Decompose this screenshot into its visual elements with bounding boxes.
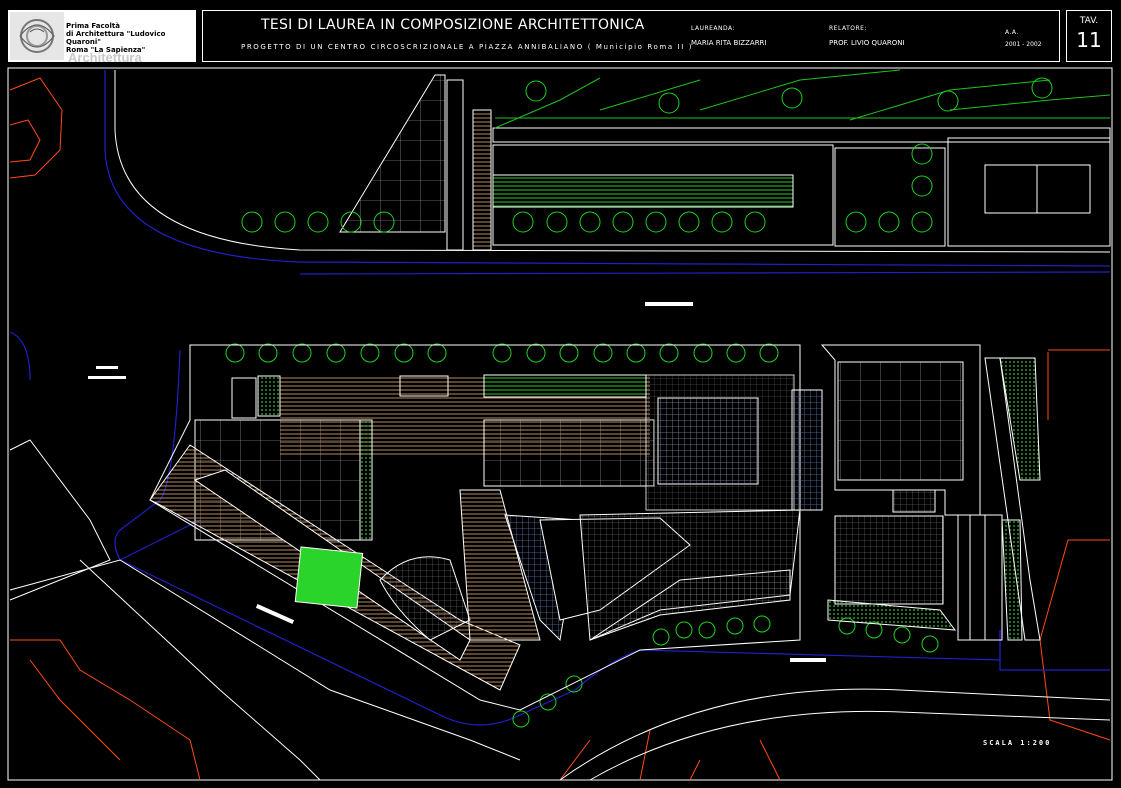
faculty-logo: Prima Facoltà di Architettura "Ludovico …: [8, 10, 196, 62]
laureanda-label: LAUREANDA:: [691, 25, 736, 32]
relatore-value: PROF. LIVIO QUARONI: [829, 39, 905, 47]
sheet-number-box: TAV. 11: [1066, 10, 1112, 62]
logo-line-1: Prima Facoltà: [66, 22, 120, 30]
title-block-main: TESI DI LAUREA IN COMPOSIZIONE ARCHITETT…: [202, 10, 1060, 62]
laureanda-value: MARIA RITA BIZZARRI: [691, 39, 767, 47]
north-park-paths: [494, 69, 1111, 129]
faculty-emblem-icon: [10, 12, 64, 60]
tav-number: 11: [1076, 28, 1102, 52]
scale-label: SCALA 1:200: [983, 739, 1052, 747]
title-block: Prima Facoltà di Architettura "Ludovico …: [0, 0, 1121, 66]
drawing-sheet: Prima Facoltà di Architettura "Ludovico …: [0, 0, 1121, 788]
logo-watermark: Architettura: [68, 50, 142, 62]
academic-year-label: A.A.: [1005, 29, 1019, 36]
thesis-title: TESI DI LAUREA IN COMPOSIZIONE ARCHITETT…: [261, 17, 645, 33]
tav-label: TAV.: [1079, 16, 1099, 26]
project-subtitle: PROGETTO DI UN CENTRO CIRCOSCRIZIONALE A…: [241, 43, 694, 51]
main-complex: [149, 344, 823, 711]
north-block: [339, 74, 1111, 251]
site-plan: [7, 67, 1113, 781]
academic-year-value: 2001 - 2002: [1005, 41, 1042, 48]
east-block: [820, 344, 1041, 641]
logo-line-2: di Architettura "Ludovico Quaroni": [66, 30, 166, 46]
relatore-label: RELATORE:: [829, 25, 867, 32]
